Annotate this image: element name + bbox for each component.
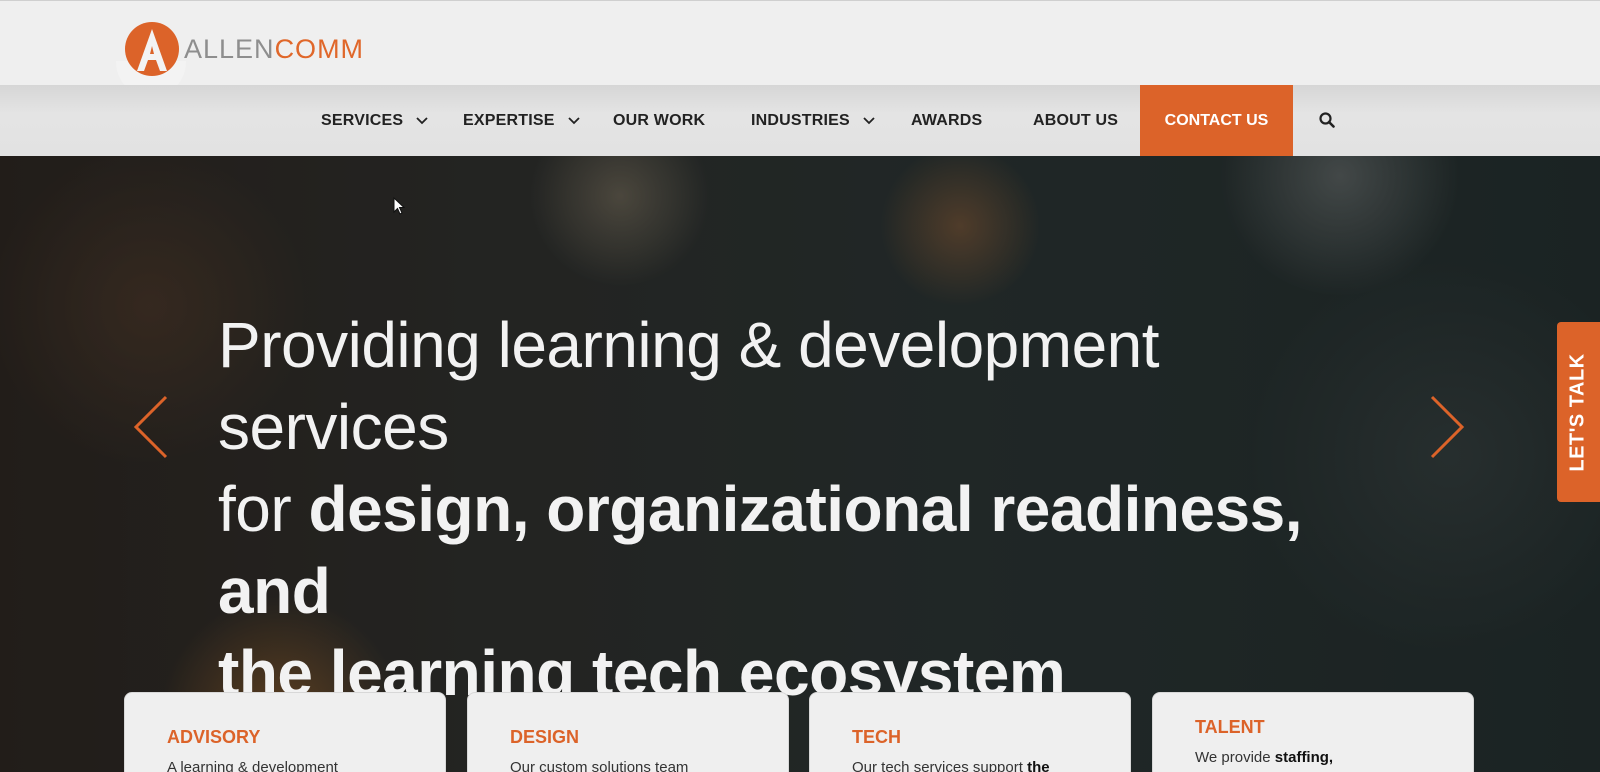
hero-line-2-regular: for [218, 473, 309, 545]
nav-item-awards[interactable]: AWARDS [911, 85, 982, 156]
card-description: We provide staffing, [1195, 749, 1333, 766]
logo-text-comm: COMM [274, 33, 365, 64]
nav-label: AWARDS [911, 111, 983, 129]
card-desc-text: Our custom solutions team [510, 759, 689, 772]
hero-line-2-bold: design, organizational readiness, and [218, 473, 1303, 627]
nav-item-services[interactable]: SERVICES [321, 85, 429, 156]
card-desc-bold: staffing, [1274, 749, 1334, 766]
nav-item-our-work[interactable]: OUR WORK [613, 85, 705, 156]
nav-label: EXPERTISE [463, 111, 555, 129]
service-card-advisory[interactable]: ADVISORY A learning & development [124, 692, 446, 772]
card-desc-text: Our tech services support [852, 759, 1028, 772]
card-desc-bold: the [1027, 759, 1050, 772]
card-desc-text: A learning & development [167, 759, 338, 772]
hero-line-2: for design, organizational readiness, an… [218, 468, 1398, 632]
nav-item-industries[interactable]: INDUSTRIES [751, 85, 876, 156]
hero-line-1: Providing learning & development service… [218, 309, 1160, 463]
logo-text-allen: ALLEN [184, 33, 275, 64]
carousel-prev-arrow-icon[interactable] [132, 394, 170, 460]
nav-label: OUR WORK [613, 111, 706, 129]
nav-label: SERVICES [321, 111, 404, 129]
card-description: Our custom solutions team [510, 759, 688, 772]
card-desc-text: We provide [1195, 749, 1275, 766]
hero-banner: Providing learning & development service… [0, 156, 1600, 772]
service-card-talent[interactable]: TALENT We provide staffing, [1152, 692, 1474, 772]
top-header: ALLENCOMM [0, 0, 1600, 97]
card-title: TECH [852, 727, 901, 747]
main-nav: SERVICES EXPERTISE OUR WORK INDUSTRIES A… [0, 85, 1600, 156]
nav-label: ABOUT US [1033, 111, 1119, 129]
mouse-cursor-icon [393, 197, 405, 215]
hero-headline: Providing learning & development service… [218, 304, 1398, 714]
service-card-tech[interactable]: TECH Our tech services support the [809, 692, 1131, 772]
nav-item-about-us[interactable]: ABOUT US [1033, 85, 1118, 156]
chevron-down-icon [567, 116, 580, 124]
nav-label: INDUSTRIES [751, 111, 850, 129]
nav-item-expertise[interactable]: EXPERTISE [463, 85, 581, 156]
chevron-down-icon [863, 116, 875, 124]
logo-mark-icon [125, 22, 179, 76]
contact-us-label: CONTACT US [1164, 111, 1269, 129]
card-description: Our tech services support the [852, 759, 1050, 772]
allencomm-logo[interactable]: ALLENCOMM [124, 21, 364, 77]
lets-talk-label: LET'S TALK [1567, 352, 1590, 472]
chevron-down-icon [416, 116, 428, 124]
service-card-design[interactable]: DESIGN Our custom solutions team [467, 692, 789, 772]
card-title: DESIGN [510, 727, 580, 747]
card-title: ADVISORY [167, 727, 261, 747]
contact-us-button[interactable]: CONTACT US [1140, 85, 1293, 156]
card-title: TALENT [1195, 717, 1265, 737]
search-icon[interactable] [1318, 111, 1336, 129]
card-description: A learning & development [167, 759, 338, 772]
carousel-next-arrow-icon[interactable] [1428, 394, 1466, 460]
logo-wordmark: ALLENCOMM [184, 34, 364, 65]
lets-talk-tab[interactable]: LET'S TALK [1557, 322, 1600, 502]
